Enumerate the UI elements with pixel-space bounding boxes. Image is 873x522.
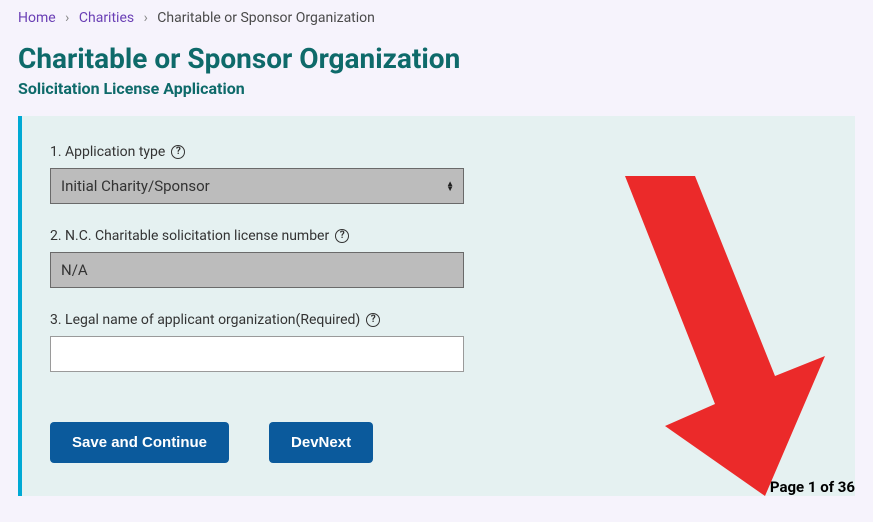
application-type-select-wrap: Initial Charity/Sponsor ▲▼	[50, 168, 464, 204]
breadcrumb-sep: ›	[144, 10, 148, 26]
field-license-number: 2. N.C. Charitable solicitation license …	[50, 228, 827, 288]
breadcrumb-current: Charitable or Sponsor Organization	[157, 10, 375, 26]
field-label: 3. Legal name of applicant organization(…	[50, 312, 827, 328]
button-row: Save and Continue DevNext	[50, 422, 827, 463]
breadcrumb: Home › Charities › Charitable or Sponsor…	[0, 0, 873, 36]
label-text: 3. Legal name of applicant organization(…	[50, 312, 360, 328]
field-application-type: 1. Application type ? Initial Charity/Sp…	[50, 144, 827, 204]
license-number-input: N/A	[50, 252, 464, 288]
help-icon[interactable]: ?	[335, 229, 349, 243]
field-label: 1. Application type ?	[50, 144, 827, 160]
devnext-button[interactable]: DevNext	[269, 422, 373, 463]
label-text: 1. Application type	[50, 144, 165, 160]
help-icon[interactable]: ?	[366, 313, 380, 327]
field-legal-name: 3. Legal name of applicant organization(…	[50, 312, 827, 372]
title-block: Charitable or Sponsor Organization Solic…	[0, 36, 873, 116]
field-label: 2. N.C. Charitable solicitation license …	[50, 228, 827, 244]
page-title: Charitable or Sponsor Organization	[18, 42, 855, 75]
save-continue-button[interactable]: Save and Continue	[50, 422, 229, 463]
form-panel: 1. Application type ? Initial Charity/Sp…	[18, 116, 855, 496]
breadcrumb-sep: ›	[65, 10, 69, 26]
page-subtitle: Solicitation License Application	[18, 79, 855, 98]
legal-name-input[interactable]	[50, 336, 464, 372]
breadcrumb-home[interactable]: Home	[18, 10, 56, 26]
help-icon[interactable]: ?	[171, 145, 185, 159]
label-text: 2. N.C. Charitable solicitation license …	[50, 228, 329, 244]
application-type-select[interactable]: Initial Charity/Sponsor	[50, 168, 464, 204]
breadcrumb-charities[interactable]: Charities	[79, 10, 134, 26]
page-indicator: Page 1 of 36	[770, 478, 855, 496]
